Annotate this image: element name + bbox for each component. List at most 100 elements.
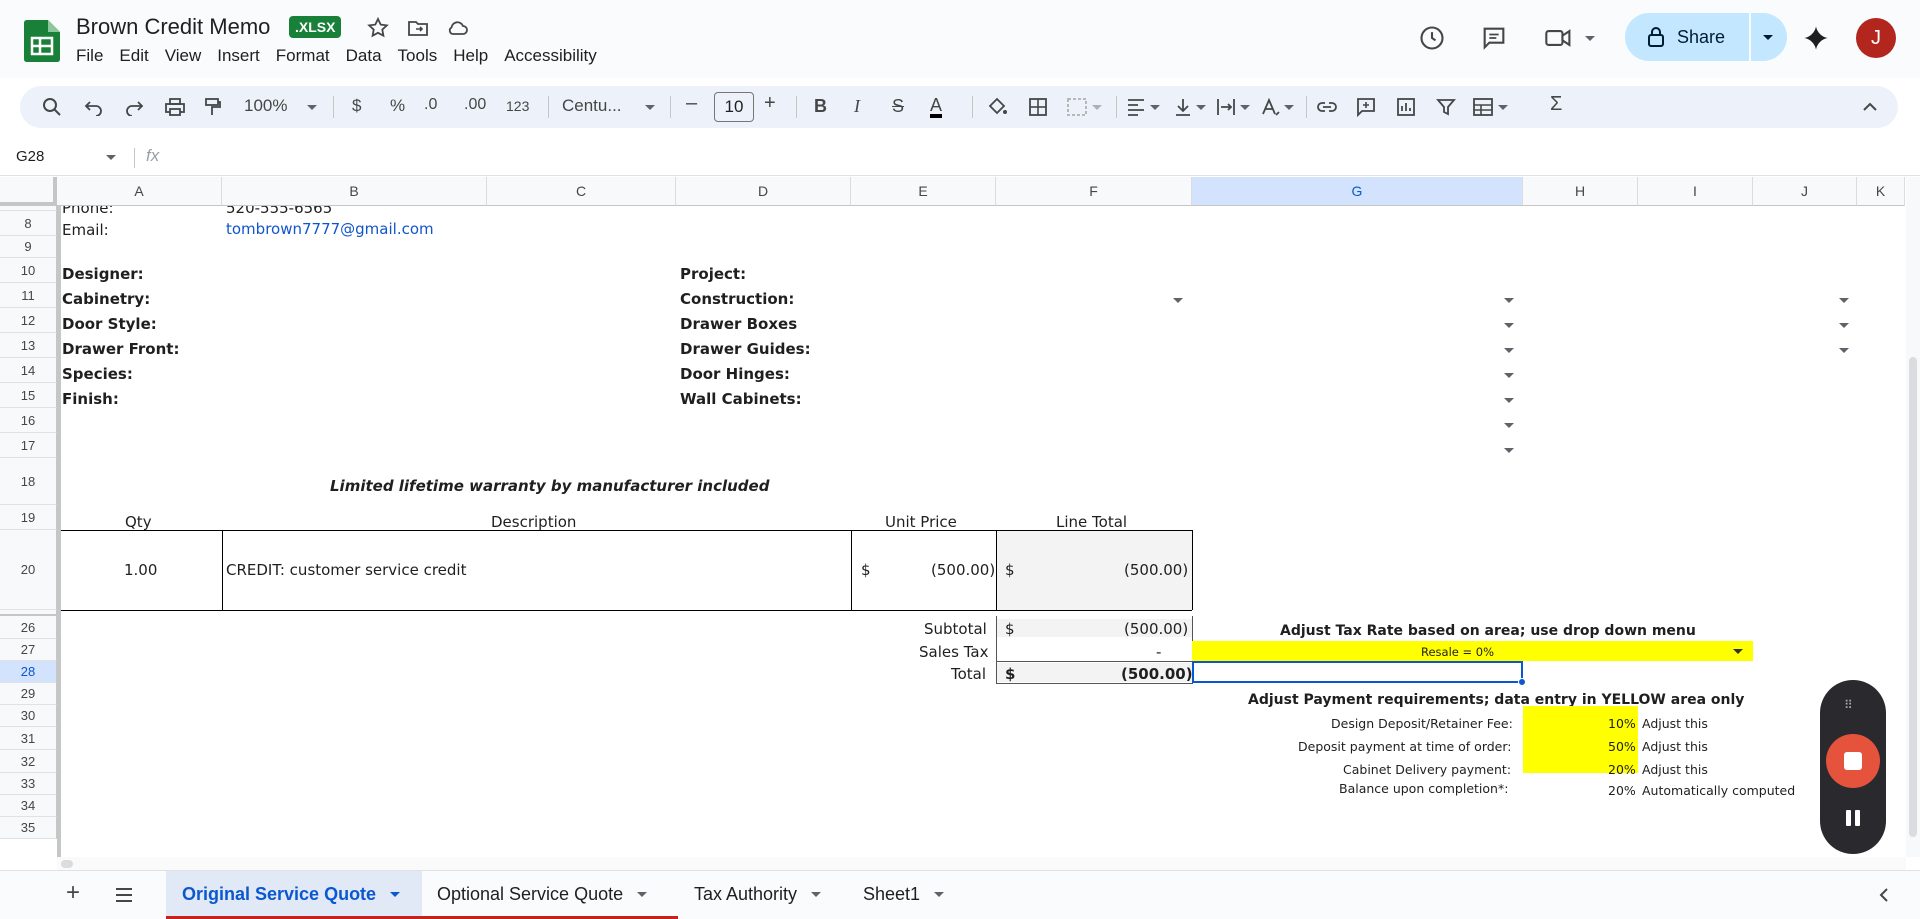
- halign-dropdown-icon[interactable]: [1150, 105, 1160, 110]
- text-wrap-icon[interactable]: [1216, 97, 1236, 117]
- email-link[interactable]: tombrown7777@gmail.com: [226, 220, 434, 238]
- italic-button[interactable]: I: [854, 96, 860, 117]
- font-family-select[interactable]: Centu...: [562, 96, 622, 116]
- horizontal-scrollbar-track[interactable]: [57, 857, 1906, 870]
- dropdown-icon[interactable]: [1504, 448, 1514, 453]
- increase-font-size-button[interactable]: +: [764, 92, 776, 115]
- sheets-logo-icon[interactable]: [24, 20, 60, 62]
- column-header-k[interactable]: K: [1857, 177, 1905, 206]
- row-header[interactable]: 32: [0, 750, 57, 773]
- column-header-e[interactable]: E: [851, 177, 996, 206]
- stop-recording-button[interactable]: [1826, 734, 1880, 788]
- move-folder-icon[interactable]: [406, 16, 430, 40]
- dropdown-icon[interactable]: [1504, 398, 1514, 403]
- name-box[interactable]: G28: [16, 148, 44, 165]
- rotation-dropdown-icon[interactable]: [1284, 105, 1294, 110]
- row-header[interactable]: 12: [0, 308, 57, 333]
- document-title[interactable]: Brown Credit Memo: [76, 14, 270, 40]
- menu-help[interactable]: Help: [453, 46, 496, 66]
- text-color-button[interactable]: A: [930, 96, 943, 118]
- strikethrough-button[interactable]: S: [892, 96, 904, 117]
- drag-handle-icon[interactable]: ⠿: [1844, 698, 1853, 712]
- row-header[interactable]: 27: [0, 639, 57, 661]
- sheet-tab-menu-icon[interactable]: [811, 891, 822, 897]
- row-header[interactable]: 10: [0, 258, 57, 283]
- row-header[interactable]: 11: [0, 283, 57, 308]
- insert-comment-icon[interactable]: [1356, 97, 1376, 117]
- decrease-font-size-button[interactable]: –: [686, 92, 697, 115]
- add-sheet-icon[interactable]: +: [66, 879, 80, 907]
- search-icon[interactable]: [42, 97, 62, 117]
- gemini-sparkle-icon[interactable]: [1802, 24, 1830, 52]
- horizontal-align-icon[interactable]: [1126, 98, 1146, 116]
- horizontal-scrollbar-thumb[interactable]: [61, 860, 73, 868]
- functions-button[interactable]: Σ: [1550, 93, 1562, 116]
- sheet-tab-menu-icon[interactable]: [637, 891, 648, 897]
- row-header[interactable]: 15: [0, 383, 57, 408]
- decrease-decimal-button[interactable]: .0: [424, 96, 437, 114]
- menu-tools[interactable]: Tools: [398, 46, 446, 66]
- dropdown-icon[interactable]: [1504, 323, 1514, 328]
- dropdown-icon[interactable]: [1504, 373, 1514, 378]
- account-avatar[interactable]: J: [1856, 18, 1896, 58]
- column-header-h[interactable]: H: [1523, 177, 1638, 206]
- dropdown-icon[interactable]: [1839, 298, 1849, 303]
- merge-dropdown-icon[interactable]: [1092, 105, 1102, 110]
- row-header[interactable]: 29: [0, 683, 57, 705]
- row-header-selected[interactable]: 28: [0, 661, 57, 683]
- menu-file[interactable]: File: [76, 46, 111, 66]
- row-header[interactable]: 19: [0, 505, 57, 530]
- dropdown-icon[interactable]: [1504, 298, 1514, 303]
- column-header-g[interactable]: G: [1192, 177, 1523, 206]
- tax-rate-dropdown-icon[interactable]: [1733, 649, 1743, 654]
- menu-format[interactable]: Format: [276, 46, 338, 66]
- vertical-align-icon[interactable]: [1174, 97, 1192, 117]
- dropdown-icon[interactable]: [1839, 348, 1849, 353]
- freeze-column-bar[interactable]: [57, 206, 61, 857]
- formula-input[interactable]: [180, 148, 1880, 168]
- format-percent-button[interactable]: %: [390, 96, 405, 116]
- bold-button[interactable]: B: [814, 96, 827, 117]
- selected-cell-g28[interactable]: [1192, 661, 1523, 683]
- menu-edit[interactable]: Edit: [119, 46, 156, 66]
- column-header-a[interactable]: A: [57, 177, 222, 206]
- select-all-corner[interactable]: [0, 177, 57, 206]
- spreadsheet-grid[interactable]: A B C D E F G H I J K 8 9 10 11 12 13 14…: [0, 177, 1905, 857]
- comments-icon[interactable]: [1480, 24, 1508, 52]
- merge-cells-icon[interactable]: [1066, 97, 1088, 117]
- fill-color-icon[interactable]: [986, 96, 1008, 118]
- dropdown-icon[interactable]: [1504, 348, 1514, 353]
- delivery-payment-pct[interactable]: 20%: [1608, 762, 1636, 777]
- zoom-select[interactable]: 100%: [244, 96, 287, 116]
- cloud-saved-icon[interactable]: [446, 16, 470, 40]
- sheet-tab-menu-icon[interactable]: [934, 891, 945, 897]
- column-header-b[interactable]: B: [222, 177, 487, 206]
- scroll-tabs-left-icon[interactable]: [1878, 887, 1890, 903]
- deposit-order-pct[interactable]: 50%: [1608, 739, 1636, 754]
- row-header[interactable]: 26: [0, 616, 57, 639]
- column-header-j[interactable]: J: [1753, 177, 1857, 206]
- valign-dropdown-icon[interactable]: [1196, 105, 1206, 110]
- redo-icon[interactable]: [124, 98, 144, 116]
- star-icon[interactable]: [366, 16, 390, 40]
- version-history-icon[interactable]: [1418, 24, 1446, 52]
- column-header-f[interactable]: F: [996, 177, 1192, 206]
- row-header[interactable]: 13: [0, 333, 57, 358]
- text-rotation-icon[interactable]: [1260, 97, 1280, 117]
- name-box-dropdown-icon[interactable]: [106, 155, 116, 160]
- construction-dropdown-icon[interactable]: [1173, 298, 1183, 303]
- column-header-c[interactable]: C: [487, 177, 676, 206]
- paint-format-icon[interactable]: [204, 97, 222, 117]
- filter-icon[interactable]: [1436, 97, 1456, 117]
- column-header-i[interactable]: I: [1638, 177, 1753, 206]
- menu-accessibility[interactable]: Accessibility: [504, 46, 605, 66]
- menu-insert[interactable]: Insert: [217, 46, 268, 66]
- wrap-dropdown-icon[interactable]: [1240, 105, 1250, 110]
- row-header[interactable]: 35: [0, 817, 57, 839]
- design-deposit-pct[interactable]: 10%: [1608, 716, 1636, 731]
- fill-handle[interactable]: [1518, 678, 1526, 686]
- sheet-tab-original-service-quote[interactable]: Original Service Quote: [166, 871, 422, 917]
- increase-decimal-button[interactable]: .00: [464, 96, 486, 114]
- row-header[interactable]: 8: [0, 211, 57, 236]
- meet-camera-icon[interactable]: [1544, 24, 1574, 52]
